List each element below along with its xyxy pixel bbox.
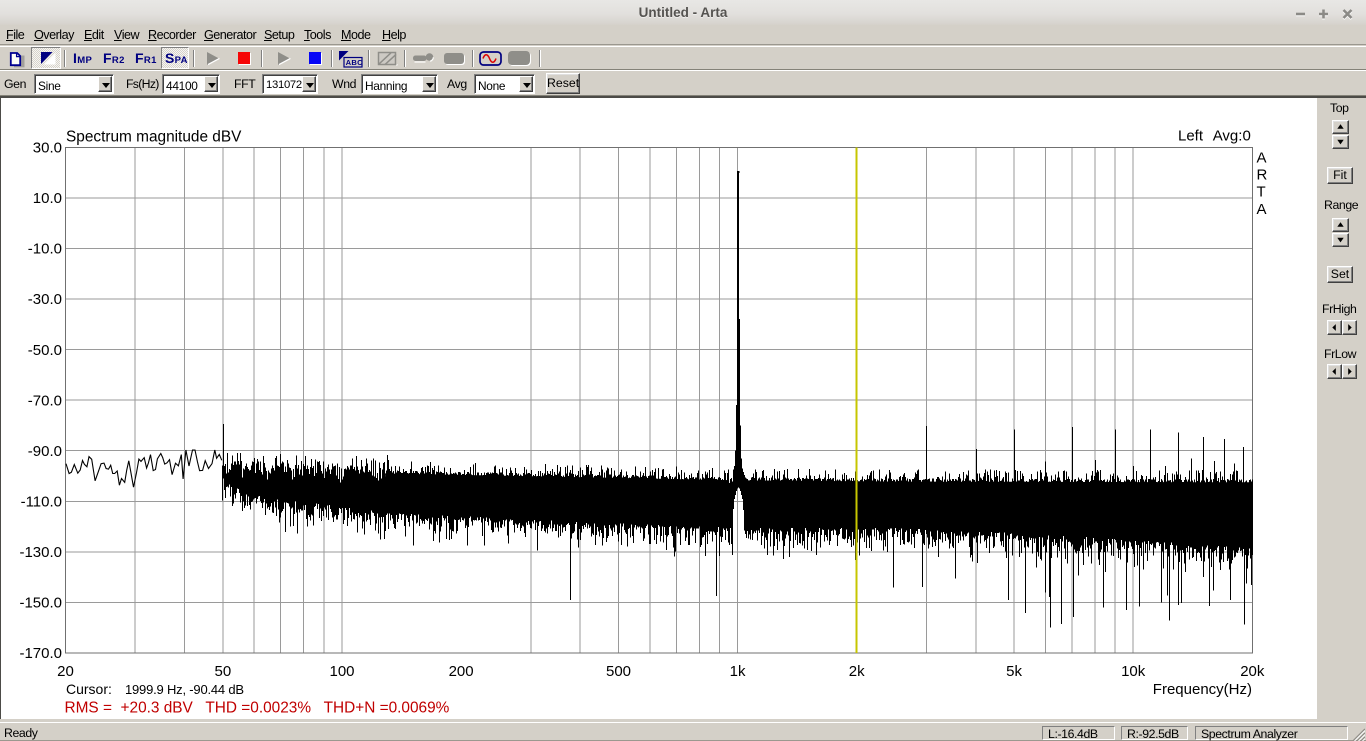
svg-text:R: R <box>1257 167 1268 184</box>
svg-text:RMS = +20.3 dBV THD =0.0023: RMS = +20.3 dBV THD =0.0023% THD+N =0.00… <box>65 700 450 717</box>
svg-text:-70.0: -70.0 <box>28 392 62 409</box>
svg-text:A: A <box>1257 150 1267 167</box>
svg-text:2k: 2k <box>849 663 865 680</box>
svg-text:500: 500 <box>606 663 631 680</box>
svg-text:Cursor:: Cursor: <box>66 681 112 697</box>
svg-text:Avg:0: Avg:0 <box>1213 128 1251 145</box>
svg-text:A: A <box>1257 201 1267 218</box>
svg-text:-90.0: -90.0 <box>28 443 62 460</box>
svg-text:20k: 20k <box>1240 663 1265 680</box>
svg-text:10.0: 10.0 <box>33 190 62 207</box>
svg-text:10k: 10k <box>1121 663 1146 680</box>
svg-text:1k: 1k <box>730 663 746 680</box>
svg-text:-130.0: -130.0 <box>19 544 62 561</box>
svg-text:ABC: ABC <box>346 58 364 67</box>
svg-text:5k: 5k <box>1006 663 1022 680</box>
svg-text:200: 200 <box>449 663 474 680</box>
svg-text:Frequency(Hz): Frequency(Hz) <box>1153 681 1252 698</box>
svg-text:50: 50 <box>215 663 232 680</box>
svg-text:Left: Left <box>1178 128 1204 145</box>
svg-text:20: 20 <box>57 663 74 680</box>
svg-text:30.0: 30.0 <box>33 140 62 157</box>
svg-text:-30.0: -30.0 <box>28 291 62 308</box>
svg-text:-110.0: -110.0 <box>21 494 62 511</box>
svg-text:T: T <box>1257 184 1266 201</box>
svg-text:-10.0: -10.0 <box>28 241 62 258</box>
svg-text:-170.0: -170.0 <box>19 645 62 662</box>
svg-text:-150.0: -150.0 <box>19 595 62 612</box>
svg-text:-50.0: -50.0 <box>28 342 62 359</box>
svg-text:1999.9 Hz, -90.44 dB: 1999.9 Hz, -90.44 dB <box>125 682 244 697</box>
svg-text:100: 100 <box>329 663 354 680</box>
svg-text:Spectrum magnitude dBV: Spectrum magnitude dBV <box>66 129 242 146</box>
